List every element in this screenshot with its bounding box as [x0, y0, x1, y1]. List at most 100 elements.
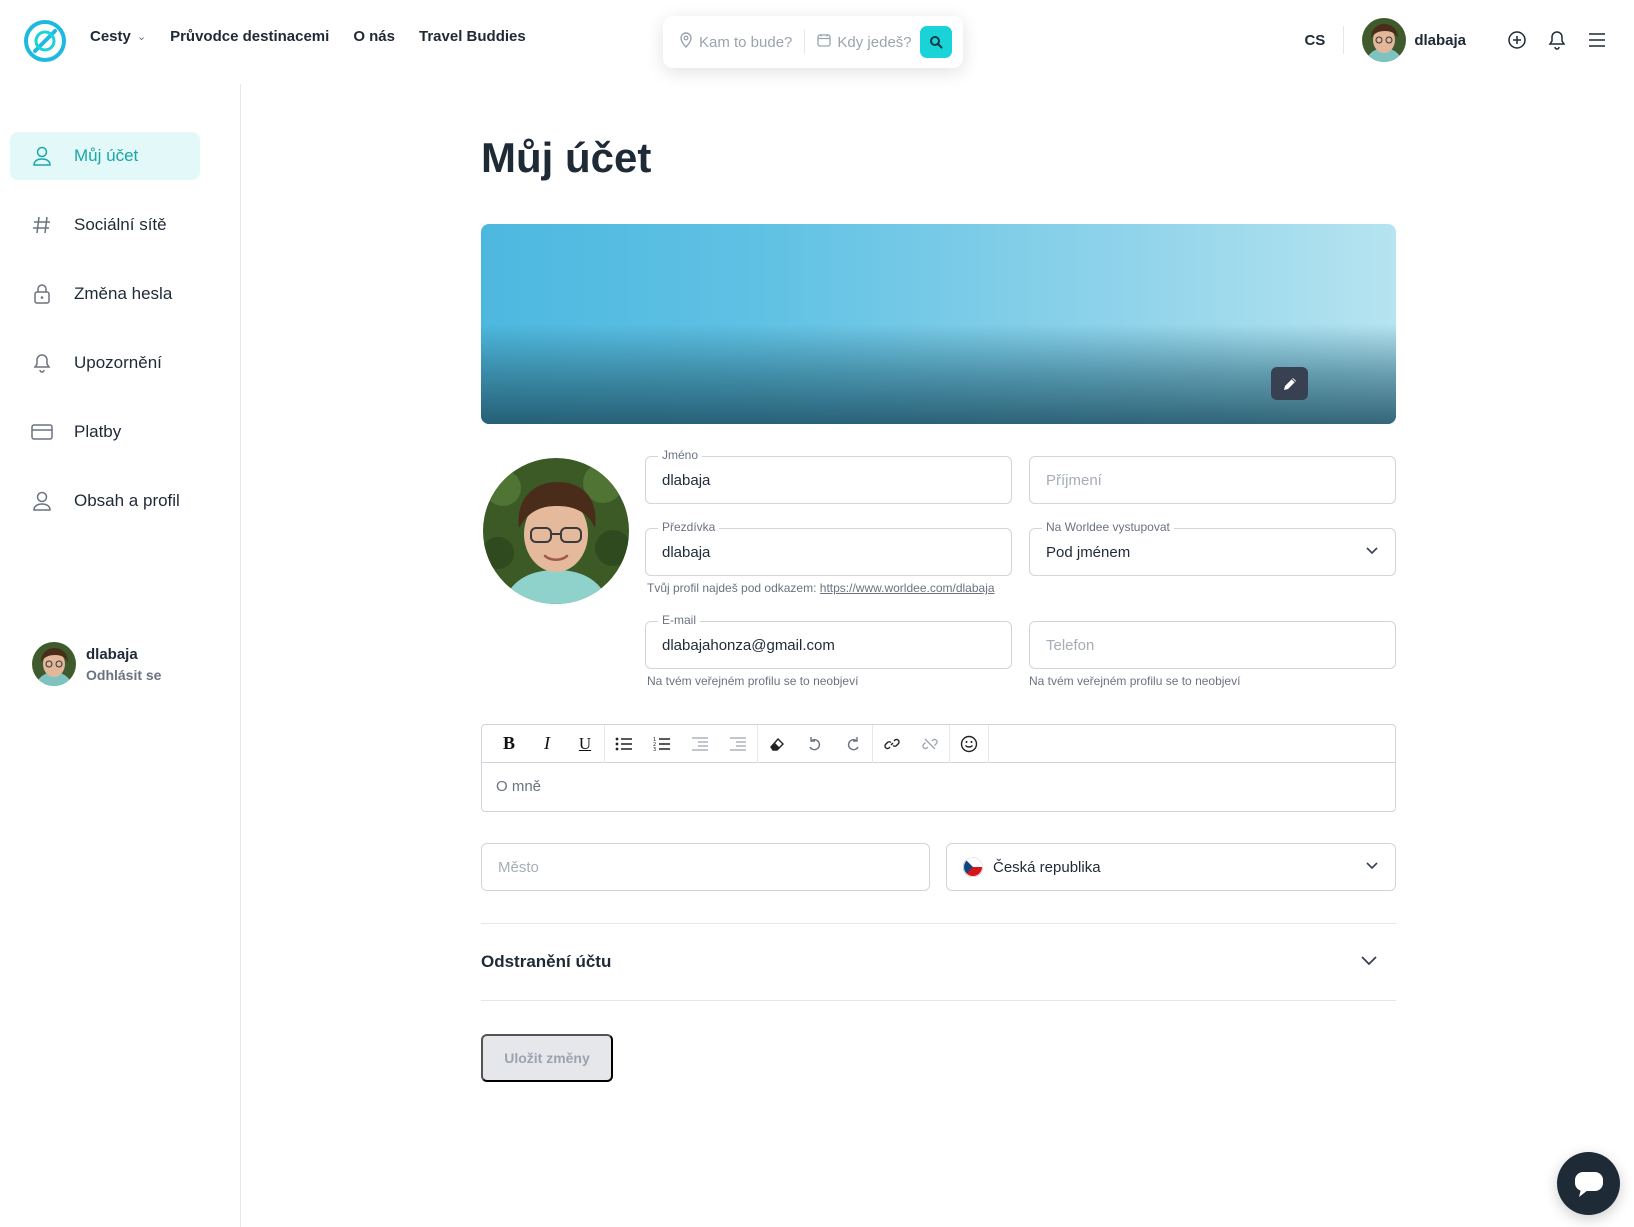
settings-sidebar: Můj účet Sociální sítě Změna hesla Upozo…	[0, 84, 241, 1227]
numbered-list-icon[interactable]: 123	[643, 725, 681, 763]
sidebar-item-upozorneni[interactable]: Upozornění	[10, 339, 200, 387]
about-editor: B I U 123 O mně	[481, 724, 1396, 812]
search-when-placeholder: Kdy jedeš?	[837, 33, 912, 51]
nickname-field[interactable]: Přezdívka dlabaja	[645, 520, 1012, 576]
delete-account-title: Odstranění účtu	[481, 952, 612, 971]
page-title: Můj účet	[481, 134, 652, 181]
profile-photo[interactable]	[483, 458, 629, 604]
svg-text:3: 3	[653, 747, 656, 752]
first-name-label: Jméno	[658, 448, 703, 462]
header-right: CS dlabaja	[1304, 17, 1608, 63]
avatar[interactable]	[1362, 18, 1407, 62]
hamburger-menu-icon[interactable]	[1586, 29, 1608, 51]
search-where-placeholder: Kam to bude?	[699, 33, 793, 51]
sidebar-item-label: Platby	[74, 422, 122, 441]
profile-link-hint-text: Tvůj profil najdeš pod odkazem:	[647, 581, 817, 595]
sidebar-user: dlabaja Odhlásit se	[32, 642, 161, 686]
last-name-field[interactable]: Příjmení	[1029, 456, 1396, 504]
city-placeholder: Město	[498, 858, 539, 876]
italic-icon[interactable]: I	[528, 725, 566, 763]
unlink-icon[interactable]	[911, 725, 949, 763]
sidebar-item-zmena-hesla[interactable]: Změna hesla	[10, 270, 200, 318]
search-where[interactable]: Kam to bude?	[679, 32, 792, 52]
first-name-field[interactable]: Jméno dlabaja	[645, 448, 1012, 504]
nickname-value: dlabaja	[662, 543, 711, 561]
bold-icon[interactable]: B	[490, 725, 528, 763]
nav-travel-buddies-label: Travel Buddies	[419, 28, 526, 45]
sidebar-item-label: Upozornění	[74, 353, 162, 372]
bullet-list-icon[interactable]	[605, 725, 643, 763]
email-hint: Na tvém veřejném profilu se to neobjeví	[647, 674, 859, 688]
header-username[interactable]: dlabaja	[1414, 32, 1466, 49]
location-pin-icon	[679, 32, 693, 52]
appear-as-select[interactable]: Na Worldee vystupovat Pod jménem	[1029, 520, 1396, 576]
city-field[interactable]: Město	[481, 843, 930, 891]
worldee-logo-icon[interactable]	[22, 18, 68, 64]
phone-field[interactable]: Telefon	[1029, 621, 1396, 669]
save-changes-button[interactable]: Uložit změny	[481, 1034, 613, 1082]
nav-cesty-label: Cesty	[90, 28, 131, 45]
toolbar-divider	[988, 724, 989, 763]
link-icon[interactable]	[873, 725, 911, 763]
last-name-placeholder: Příjmení	[1046, 471, 1102, 489]
country-value: Česká republika	[993, 858, 1101, 876]
appear-as-label: Na Worldee vystupovat	[1042, 520, 1174, 534]
indent-icon[interactable]	[719, 725, 757, 763]
nav-o-nas-label: O nás	[353, 28, 395, 45]
chevron-down-icon	[1360, 953, 1378, 971]
sidebar-item-muj-ucet[interactable]: Můj účet	[10, 132, 200, 180]
header-divider	[1343, 26, 1345, 54]
chat-bubble-icon	[1574, 1171, 1603, 1197]
outdent-icon[interactable]	[681, 725, 719, 763]
sidebar-item-socialni-site[interactable]: Sociální sítě	[10, 201, 200, 249]
add-circle-icon[interactable]	[1506, 29, 1528, 51]
sidebar-item-label: Změna hesla	[74, 284, 173, 303]
lock-icon	[30, 282, 54, 306]
profile-link[interactable]: https://www.worldee.com/dlabaja	[820, 581, 995, 595]
nav-cesty[interactable]: Cesty ⌄	[90, 28, 146, 45]
sidebar-item-platby[interactable]: Platby	[10, 408, 200, 456]
redo-icon[interactable]	[834, 725, 872, 763]
search-when[interactable]: Kdy jedeš?	[817, 33, 912, 51]
chat-button[interactable]	[1557, 1152, 1620, 1215]
first-name-value: dlabaja	[662, 471, 711, 489]
emoji-icon[interactable]	[950, 725, 988, 763]
nav-pruvodce-label: Průvodce destinacemi	[170, 28, 330, 45]
user-icon	[30, 144, 54, 168]
search-divider	[804, 30, 806, 54]
hash-icon	[30, 213, 54, 237]
nav-travel-buddies[interactable]: Travel Buddies	[419, 28, 526, 45]
calendar-icon	[817, 33, 832, 51]
notification-bell-icon[interactable]	[1546, 29, 1568, 51]
sidebar-item-obsah-a-profil[interactable]: Obsah a profil	[10, 477, 200, 525]
chevron-down-icon	[1365, 543, 1379, 561]
nav-pruvodce[interactable]: Průvodce destinacemi	[170, 28, 329, 45]
delete-account-accordion[interactable]: Odstranění účtu	[481, 923, 1396, 1001]
email-field[interactable]: E-mail dlabajahonza@gmail.com	[645, 613, 1012, 669]
phone-hint: Na tvém veřejném profilu se to neobjeví	[1029, 674, 1241, 688]
country-select[interactable]: Česká republika	[946, 843, 1396, 891]
search-button[interactable]	[919, 26, 952, 58]
nickname-label: Přezdívka	[658, 520, 720, 534]
eraser-icon[interactable]	[758, 725, 796, 763]
edit-cover-button[interactable]	[1271, 367, 1308, 400]
undo-icon[interactable]	[796, 725, 834, 763]
main-nav: Cesty ⌄ Průvodce destinacemi O nás Trave…	[90, 28, 526, 45]
pencil-icon	[1283, 377, 1296, 390]
logout-link[interactable]: Odhlásit se	[86, 667, 161, 683]
search-icon	[929, 36, 943, 49]
nav-o-nas[interactable]: O nás	[353, 28, 395, 45]
about-input[interactable]: O mně	[482, 763, 1395, 810]
sidebar-item-label: Můj účet	[74, 146, 139, 165]
top-header: Cesty ⌄ Průvodce destinacemi O nás Trave…	[0, 0, 1634, 80]
sidebar-username: dlabaja	[86, 645, 138, 663]
language-switcher[interactable]: CS	[1304, 32, 1325, 49]
cover-image	[481, 224, 1396, 424]
email-label: E-mail	[658, 613, 701, 627]
avatar[interactable]	[32, 642, 76, 686]
chevron-down-icon: ⌄	[136, 31, 147, 43]
underline-icon[interactable]: U	[566, 725, 604, 763]
credit-card-icon	[30, 420, 54, 444]
editor-toolbar: B I U 123	[482, 724, 1395, 763]
user-icon	[30, 489, 54, 513]
